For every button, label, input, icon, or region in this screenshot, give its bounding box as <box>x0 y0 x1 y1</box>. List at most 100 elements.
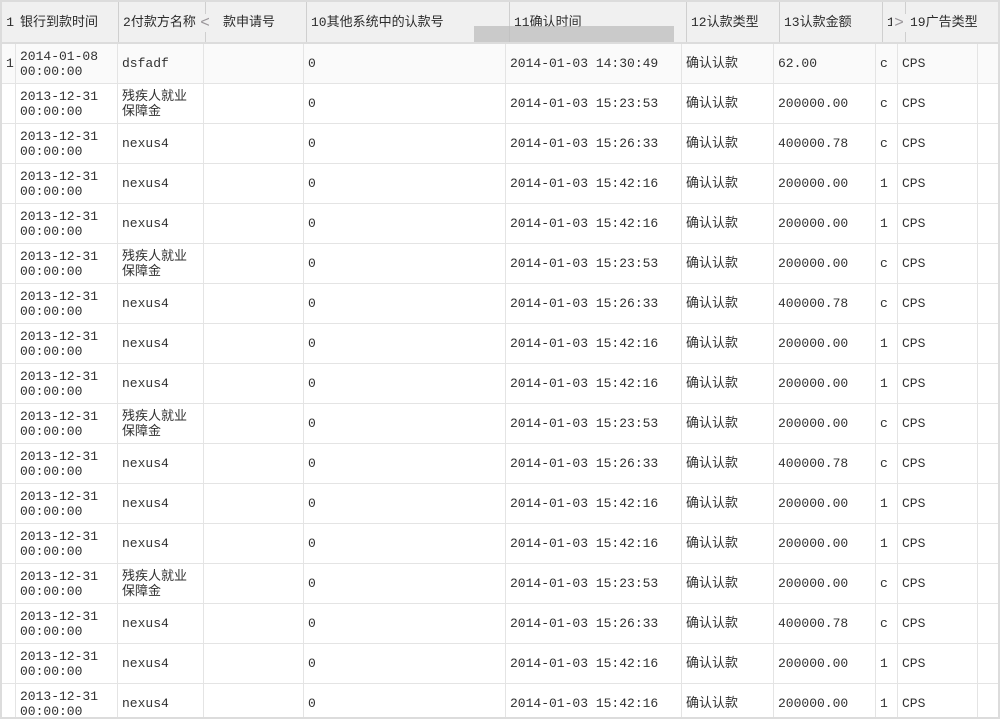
cell-confirm-time[interactable]: 2014-01-03 15:42:16 <box>506 484 682 523</box>
cell-bank-time[interactable]: 2013-12-31 00:00:00 <box>16 644 118 683</box>
cell-bank-time[interactable]: 2013-12-31 00:00:00 <box>16 404 118 443</box>
cell-ad-type[interactable]: CPS <box>898 84 978 123</box>
cell-index[interactable] <box>2 644 16 683</box>
cell-apply-no[interactable] <box>204 324 304 363</box>
cell-other-sys[interactable]: 0 <box>304 244 506 283</box>
cell-amount[interactable]: 200000.00 <box>774 364 876 403</box>
cell-index[interactable]: 1 <box>2 44 16 83</box>
cell-index[interactable] <box>2 244 16 283</box>
cell-other-sys[interactable]: 0 <box>304 604 506 643</box>
table-row[interactable]: 2013-12-31 00:00:00nexus402014-01-03 15:… <box>2 684 998 717</box>
cell-payer[interactable]: nexus4 <box>118 204 204 243</box>
cell-payer[interactable]: nexus4 <box>118 684 204 717</box>
cell-cut[interactable]: c <box>876 84 898 123</box>
cell-bank-time[interactable]: 2013-12-31 00:00:00 <box>16 364 118 403</box>
cell-type[interactable]: 确认认款 <box>682 44 774 83</box>
cell-index[interactable] <box>2 404 16 443</box>
cell-other-sys[interactable]: 0 <box>304 44 506 83</box>
cell-ad-type[interactable]: CPS <box>898 244 978 283</box>
cell-bank-time[interactable]: 2013-12-31 00:00:00 <box>16 684 118 717</box>
cell-cut[interactable]: 1 <box>876 684 898 717</box>
cell-apply-no[interactable] <box>204 84 304 123</box>
cell-bank-time[interactable]: 2013-12-31 00:00:00 <box>16 84 118 123</box>
cell-ad-type[interactable]: CPS <box>898 404 978 443</box>
cell-apply-no[interactable] <box>204 524 304 563</box>
cell-type[interactable]: 确认认款 <box>682 684 774 717</box>
cell-ad-type[interactable]: CPS <box>898 524 978 563</box>
table-row[interactable]: 2013-12-31 00:00:00残疾人就业 保障金02014-01-03 … <box>2 404 998 444</box>
cell-amount[interactable]: 200000.00 <box>774 564 876 603</box>
col-ad-type[interactable]: 19广告类型 <box>906 2 986 42</box>
cell-type[interactable]: 确认认款 <box>682 604 774 643</box>
grid-body[interactable]: 12014-01-08 00:00:00dsfadf02014-01-03 14… <box>2 44 998 717</box>
cell-type[interactable]: 确认认款 <box>682 364 774 403</box>
col-type[interactable]: 12认款类型 <box>687 2 779 42</box>
cell-payer[interactable]: nexus4 <box>118 324 204 363</box>
cell-type[interactable]: 确认认款 <box>682 564 774 603</box>
cell-amount[interactable]: 200000.00 <box>774 244 876 283</box>
cell-index[interactable] <box>2 164 16 203</box>
cell-payer[interactable]: dsfadf <box>118 44 204 83</box>
cell-amount[interactable]: 200000.00 <box>774 164 876 203</box>
cell-amount[interactable]: 200000.00 <box>774 84 876 123</box>
cell-ad-type[interactable]: CPS <box>898 124 978 163</box>
col-amount[interactable]: 13认款金额 <box>780 2 882 42</box>
cell-type[interactable]: 确认认款 <box>682 524 774 563</box>
cell-payer[interactable]: nexus4 <box>118 484 204 523</box>
cell-other-sys[interactable]: 0 <box>304 644 506 683</box>
cell-cut[interactable]: c <box>876 124 898 163</box>
table-row[interactable]: 2013-12-31 00:00:00nexus402014-01-03 15:… <box>2 204 998 244</box>
cell-cut[interactable]: 1 <box>876 524 898 563</box>
table-row[interactable]: 2013-12-31 00:00:00nexus402014-01-03 15:… <box>2 444 998 484</box>
cell-amount[interactable]: 400000.78 <box>774 124 876 163</box>
cell-ad-type[interactable]: CPS <box>898 324 978 363</box>
cell-type[interactable]: 确认认款 <box>682 484 774 523</box>
cell-index[interactable] <box>2 564 16 603</box>
cell-amount[interactable]: 200000.00 <box>774 324 876 363</box>
cell-type[interactable]: 确认认款 <box>682 124 774 163</box>
cell-bank-time[interactable]: 2013-12-31 00:00:00 <box>16 124 118 163</box>
cell-bank-time[interactable]: 2013-12-31 00:00:00 <box>16 164 118 203</box>
cell-payer[interactable]: 残疾人就业 保障金 <box>118 564 204 603</box>
table-row[interactable]: 2013-12-31 00:00:00残疾人就业 保障金02014-01-03 … <box>2 244 998 284</box>
cell-apply-no[interactable] <box>204 444 304 483</box>
cell-other-sys[interactable]: 0 <box>304 164 506 203</box>
table-row[interactable]: 2013-12-31 00:00:00nexus402014-01-03 15:… <box>2 324 998 364</box>
cell-apply-no[interactable] <box>204 484 304 523</box>
cell-confirm-time[interactable]: 2014-01-03 15:26:33 <box>506 444 682 483</box>
cell-ad-type[interactable]: CPS <box>898 604 978 643</box>
table-row[interactable]: 2013-12-31 00:00:00nexus402014-01-03 15:… <box>2 284 998 324</box>
table-row[interactable]: 2013-12-31 00:00:00nexus402014-01-03 15:… <box>2 604 998 644</box>
cell-type[interactable]: 确认认款 <box>682 404 774 443</box>
cell-cut[interactable]: c <box>876 44 898 83</box>
cell-cut[interactable]: c <box>876 244 898 283</box>
cell-payer[interactable]: nexus4 <box>118 524 204 563</box>
cell-confirm-time[interactable]: 2014-01-03 15:26:33 <box>506 604 682 643</box>
cell-index[interactable] <box>2 284 16 323</box>
cell-ad-type[interactable]: CPS <box>898 44 978 83</box>
cell-confirm-time[interactable]: 2014-01-03 15:42:16 <box>506 644 682 683</box>
table-row[interactable]: 2013-12-31 00:00:00nexus402014-01-03 15:… <box>2 124 998 164</box>
cell-apply-no[interactable] <box>204 284 304 323</box>
cell-type[interactable]: 确认认款 <box>682 644 774 683</box>
cell-apply-no[interactable] <box>204 204 304 243</box>
cell-index[interactable] <box>2 444 16 483</box>
col-other-sys[interactable]: 10其他系统中的认款号 <box>307 2 509 42</box>
cell-confirm-time[interactable]: 2014-01-03 15:42:16 <box>506 324 682 363</box>
col-bank-time[interactable]: 银行到款时间 <box>16 2 118 42</box>
cell-bank-time[interactable]: 2013-12-31 00:00:00 <box>16 244 118 283</box>
cell-payer[interactable]: nexus4 <box>118 124 204 163</box>
cell-amount[interactable]: 200000.00 <box>774 404 876 443</box>
cell-index[interactable] <box>2 204 16 243</box>
cell-bank-time[interactable]: 2013-12-31 00:00:00 <box>16 324 118 363</box>
cell-cut[interactable]: 1 <box>876 644 898 683</box>
cell-confirm-time[interactable]: 2014-01-03 15:42:16 <box>506 364 682 403</box>
cell-index[interactable] <box>2 84 16 123</box>
cell-confirm-time[interactable]: 2014-01-03 15:23:53 <box>506 244 682 283</box>
cell-type[interactable]: 确认认款 <box>682 284 774 323</box>
cell-confirm-time[interactable]: 2014-01-03 15:42:16 <box>506 164 682 203</box>
table-row[interactable]: 2013-12-31 00:00:00nexus402014-01-03 15:… <box>2 644 998 684</box>
cell-cut[interactable]: 1 <box>876 324 898 363</box>
cell-apply-no[interactable] <box>204 604 304 643</box>
cell-cut[interactable]: 1 <box>876 364 898 403</box>
